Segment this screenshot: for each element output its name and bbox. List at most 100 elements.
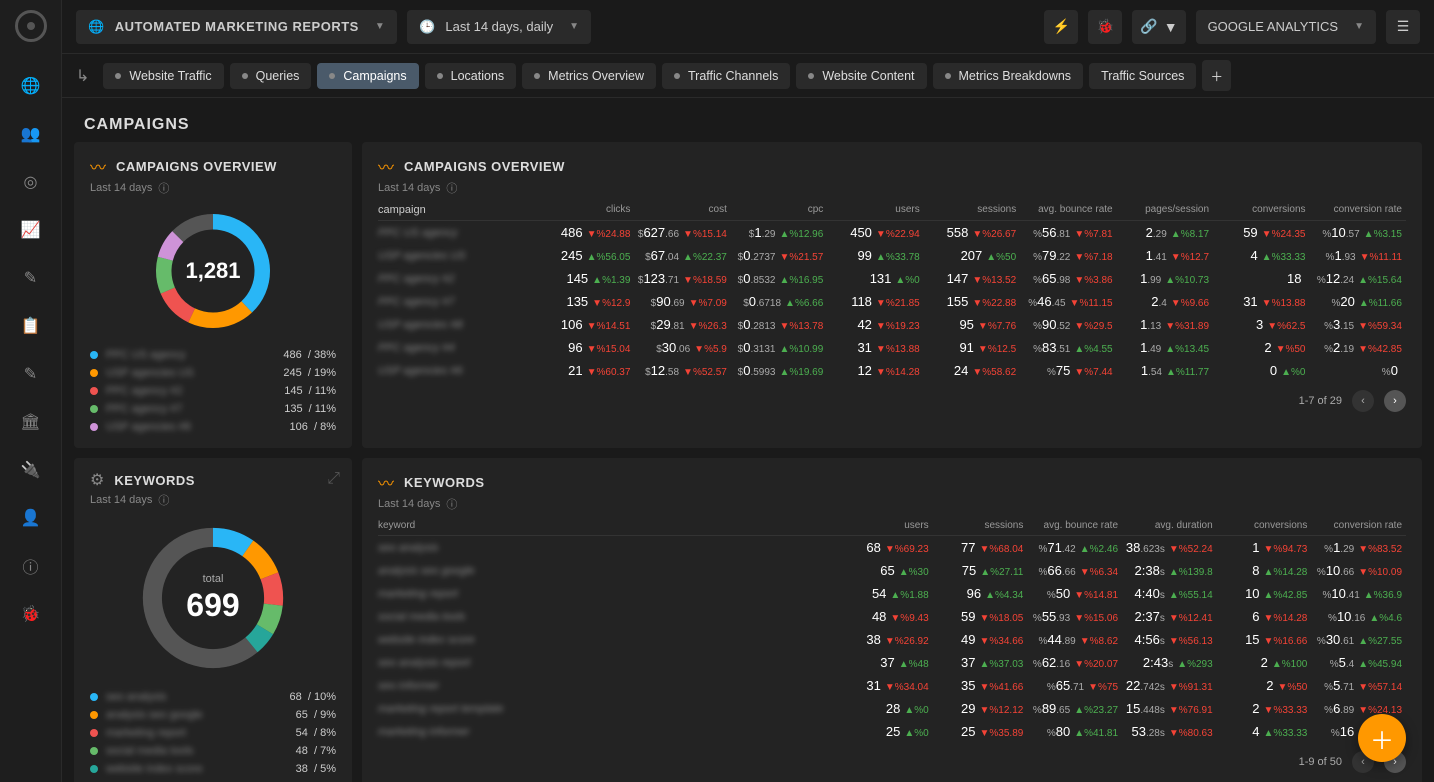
plug-icon[interactable]: 🔌 (15, 454, 47, 486)
info-icon[interactable]: ⓘ (15, 550, 47, 582)
table-row[interactable]: PPC agency #2145▲%1.39$123.71▼%18.59$0.8… (378, 267, 1406, 290)
legend-item: seo analysis 68 / 10% (90, 688, 336, 706)
card-subtitle: Last 14 days (90, 494, 152, 506)
flow-icon: ↳ (76, 66, 89, 86)
table-row[interactable]: seo informer31▼%34.0435▼%41.66%65.71▼%75… (378, 674, 1406, 697)
card-title: CAMPAIGNS OVERVIEW (116, 159, 277, 174)
analytics-icon: 〰 (90, 154, 106, 178)
legend-item: USP agencies US 245 / 19% (90, 364, 336, 382)
chart-line-icon[interactable]: 📈 (15, 214, 47, 246)
campaigns-table-card: 〰 CAMPAIGNS OVERVIEW Last 14 days ⓘ camp… (362, 142, 1422, 448)
bug-icon[interactable]: 🐞 (15, 598, 47, 630)
table-row[interactable]: USP agencies US245▲%56.05$67.04▲%22.37$0… (378, 244, 1406, 267)
table-row[interactable]: social media tools48▼%9.4359▼%18.05%55.9… (378, 605, 1406, 628)
keywords-card: ⤢ ⚙ KEYWORDS Last 14 days ⓘ total (74, 458, 352, 782)
table-row[interactable]: seo analysis68▼%69.2377▼%68.04%71.42▲%2.… (378, 536, 1406, 559)
tab-campaigns[interactable]: Campaigns (317, 63, 418, 89)
tab-website-traffic[interactable]: Website Traffic (103, 63, 223, 89)
info-icon[interactable]: ⓘ (446, 180, 457, 196)
clock-icon: 🕒 (419, 19, 435, 35)
info-icon[interactable]: ⓘ (158, 180, 169, 196)
table-row[interactable]: website index score38▼%26.9249▼%34.66%44… (378, 628, 1406, 651)
report-name: AUTOMATED MARKETING REPORTS (115, 19, 359, 34)
topbar: 🌐 AUTOMATED MARKETING REPORTS ▼ 🕒 Last 1… (62, 0, 1434, 54)
analytics-icon: 〰 (378, 470, 394, 494)
donut-total: 1,281 (185, 258, 240, 284)
app-logo (15, 10, 47, 42)
tabs-row: ↳ Website Traffic QueriesCampaigns Locatio… (62, 54, 1434, 98)
legend-item: website index score 38 / 5% (90, 760, 336, 778)
table-row[interactable]: USP agencies #8106▼%14.51$29.81▼%26.3$0.… (378, 313, 1406, 336)
target-icon[interactable]: ◎ (15, 166, 47, 198)
prev-page-button[interactable]: ‹ (1352, 390, 1374, 412)
table-row[interactable]: marketing report template28▲%029▼%12.12%… (378, 697, 1406, 720)
table-row[interactable]: marketing report54▲%1.8896▲%4.34%50▼%14.… (378, 582, 1406, 605)
globe-icon[interactable]: 🌐 (15, 70, 47, 102)
legend-item: PPC agency #2 145 / 11% (90, 382, 336, 400)
keywords-donut-chart: total 699 (133, 518, 293, 678)
share-button[interactable]: 🔗 ▼ (1132, 10, 1185, 44)
pager-label: 1-9 of 50 (1299, 756, 1342, 768)
card-subtitle: Last 14 days (378, 498, 440, 510)
drag-handle-icon[interactable]: ⤢ (327, 470, 340, 488)
tab-traffic-channels[interactable]: Traffic Channels (662, 63, 790, 89)
tab-metrics-breakdowns[interactable]: Metrics Breakdowns (933, 63, 1084, 89)
card-title: KEYWORDS (114, 473, 195, 488)
account-icon[interactable]: 👤 (15, 502, 47, 534)
pencil-icon[interactable]: ✎ (15, 262, 47, 294)
campaigns-donut-chart: 1,281 (148, 206, 278, 336)
card-subtitle: Last 14 days (90, 182, 152, 194)
page-title: CAMPAIGNS (62, 98, 1434, 142)
add-widget-fab[interactable]: ＋ (1358, 714, 1406, 762)
bank-icon[interactable]: 🏛 (15, 406, 47, 438)
chevron-down-icon: ▼ (1164, 19, 1178, 35)
pager-label: 1-7 of 29 (1299, 395, 1342, 407)
info-icon[interactable]: ⓘ (446, 496, 457, 512)
table-row[interactable]: seo analysis report37▲%4837▲%37.03%62.16… (378, 651, 1406, 674)
legend-item: PPC US agency 486 / 38% (90, 346, 336, 364)
left-sidebar: 🌐 👥 ◎ 📈 ✎ 📋 ✎ 🏛 🔌 👤 ⓘ 🐞 (0, 0, 62, 782)
report-selector[interactable]: 🌐 AUTOMATED MARKETING REPORTS ▼ (76, 10, 397, 44)
share-icon: 🔗 (1140, 18, 1157, 35)
next-page-button[interactable]: › (1384, 390, 1406, 412)
info-icon[interactable]: ⓘ (158, 492, 169, 508)
tab-metrics-overview[interactable]: Metrics Overview (522, 63, 656, 89)
bug-button[interactable]: 🐞 (1088, 10, 1122, 44)
tab-locations[interactable]: Locations (425, 63, 517, 89)
tab-queries[interactable]: Queries (230, 63, 312, 89)
table-row[interactable]: PPC agency #496▼%15.04$30.06▼%5.9$0.3131… (378, 336, 1406, 359)
legend-item: PPC agency #7 135 / 11% (90, 400, 336, 418)
datasource-selector[interactable]: GOOGLE ANALYTICS ▼ (1196, 10, 1376, 44)
date-range-selector[interactable]: 🕒 Last 14 days, daily ▼ (407, 10, 591, 44)
edit-icon[interactable]: ✎ (15, 358, 47, 390)
add-tab-button[interactable]: ＋ (1202, 60, 1231, 91)
gear-icon[interactable]: ⚙ (90, 470, 104, 490)
menu-button[interactable]: ☰ (1386, 10, 1420, 44)
clipboard-icon[interactable]: 📋 (15, 310, 47, 342)
date-range-label: Last 14 days, daily (445, 19, 553, 34)
tab-traffic-sources[interactable]: Traffic Sources (1089, 63, 1196, 89)
table-row[interactable]: PPC agency #7135▼%12.9$90.69▼%7.09$0.671… (378, 290, 1406, 313)
datasource-label: GOOGLE ANALYTICS (1208, 19, 1339, 34)
chevron-down-icon: ▼ (1354, 21, 1364, 32)
campaigns-overview-card: 〰 CAMPAIGNS OVERVIEW Last 14 days ⓘ 1,28… (74, 142, 352, 448)
legend-item: USP agencies #8 106 / 8% (90, 418, 336, 436)
analytics-icon: 〰 (378, 154, 394, 178)
tab-website-content[interactable]: Website Content (796, 63, 926, 89)
table-row[interactable]: analysis seo google65▲%3075▲%27.11%66.66… (378, 559, 1406, 582)
donut-total-label: total (203, 573, 224, 585)
keywords-table-card: 〰 KEYWORDS Last 14 days ⓘ keywordusersse… (362, 458, 1422, 782)
legend-item: marketing report 54 / 8% (90, 724, 336, 742)
bolt-button[interactable]: ⚡ (1044, 10, 1078, 44)
legend-item: social media tools 48 / 7% (90, 742, 336, 760)
chevron-down-icon: ▼ (375, 21, 385, 32)
table-row[interactable]: PPC US agency486▼%24.88$627.66▼%15.14$1.… (378, 221, 1406, 244)
chevron-down-icon: ▼ (569, 21, 579, 32)
table-row[interactable]: USP agencies #621▼%60.37$12.58▼%52.57$0.… (378, 359, 1406, 382)
donut-total: 699 (186, 587, 239, 624)
users-icon[interactable]: 👥 (15, 118, 47, 150)
globe-icon: 🌐 (88, 19, 105, 35)
table-row[interactable]: marketing informer25▲%025▼%35.89%80▲%41.… (378, 720, 1406, 743)
card-title: KEYWORDS (404, 475, 485, 490)
card-title: CAMPAIGNS OVERVIEW (404, 159, 565, 174)
